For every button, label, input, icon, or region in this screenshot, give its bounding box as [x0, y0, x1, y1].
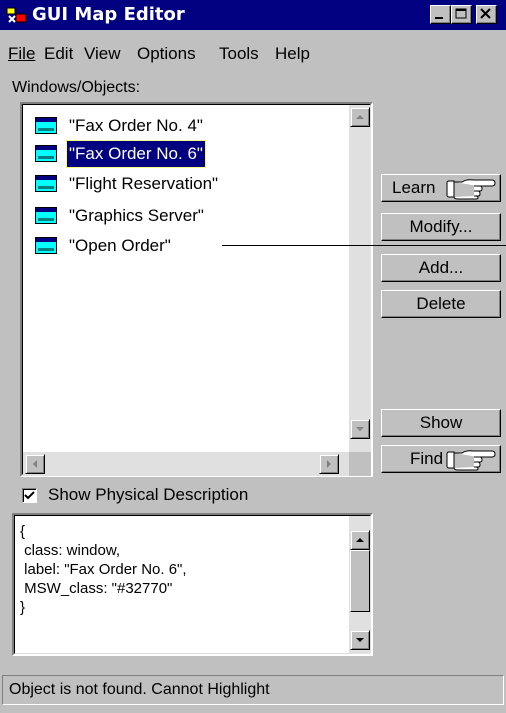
menu-view-label: View [84, 44, 121, 63]
left-arrow-icon [33, 460, 37, 468]
desc-scroll-thumb[interactable] [350, 550, 370, 612]
minimize-button[interactable] [430, 5, 451, 24]
menu-file-label: File [8, 44, 36, 63]
pointing-hand-icon [446, 450, 496, 471]
objects-list[interactable]: "Fax Order No. 4" "Fax Order No. 6" "Fli… [20, 102, 373, 477]
description-line: MSW_class: "#32770" [20, 580, 173, 597]
app-icon [6, 7, 27, 23]
up-arrow-icon [356, 538, 364, 542]
description-line: { [20, 523, 26, 540]
scroll-corner [349, 452, 371, 476]
modify-button[interactable]: Modify... [381, 213, 501, 241]
menu-view[interactable]: View [84, 42, 121, 66]
status-text: Object is not found. Cannot Highlight [9, 681, 270, 698]
down-arrow-icon [356, 638, 364, 642]
description-box-inner: { class: window, label: "Fax Order No. 6… [14, 515, 371, 654]
show-button[interactable]: Show [381, 409, 501, 437]
physical-description-checkbox[interactable] [22, 488, 37, 503]
list-item-label-selected: "Fax Order No. 6" [66, 140, 206, 168]
delete-button-label: Delete [416, 294, 466, 313]
menu-tools[interactable]: Tools [219, 42, 259, 66]
scroll-right-button[interactable] [319, 454, 339, 474]
checkmark-icon [24, 491, 35, 500]
list-item-label: "Flight Reservation" [69, 174, 219, 193]
description-line: label: "Fax Order No. 6", [20, 561, 187, 578]
scroll-up-button[interactable] [350, 107, 370, 127]
title-bar: GUI Map Editor [0, 0, 506, 30]
status-bar: Object is not found. Cannot Highlight [2, 675, 504, 705]
window-title: GUI Map Editor [32, 4, 185, 25]
close-icon [480, 8, 491, 19]
window-object-icon [35, 117, 57, 134]
menu-edit-label: Edit [44, 44, 74, 63]
menu-options-label: Options [137, 44, 196, 63]
learn-button-label: Learn [392, 178, 436, 197]
up-arrow-icon [356, 115, 364, 119]
description-line: } [20, 599, 26, 616]
description-vertical-scrollbar[interactable] [349, 516, 371, 654]
description-text: { class: window, label: "Fax Order No. 6… [20, 522, 187, 617]
list-horizontal-scrollbar[interactable] [23, 452, 349, 476]
pointing-hand-icon [446, 179, 496, 200]
find-button-label: Find [410, 449, 444, 468]
callout-line [222, 245, 506, 246]
description-box[interactable]: { class: window, label: "Fax Order No. 6… [12, 513, 373, 656]
delete-button[interactable]: Delete [381, 290, 501, 318]
maximize-button[interactable] [451, 5, 472, 24]
scroll-down-button[interactable] [350, 419, 370, 439]
learn-button[interactable]: Learn [381, 174, 501, 202]
menu-tools-label: Tools [219, 44, 259, 63]
down-arrow-icon [356, 427, 364, 431]
maximize-icon [455, 8, 467, 19]
list-item-label: "Fax Order No. 4" [69, 116, 203, 135]
close-button[interactable] [476, 5, 497, 24]
menu-help[interactable]: Help [275, 42, 310, 66]
menu-file[interactable]: File [8, 42, 35, 66]
desc-scroll-down-button[interactable] [350, 630, 370, 650]
objects-list-inner: "Fax Order No. 4" "Fax Order No. 6" "Fli… [22, 104, 371, 476]
add-button-label: Add... [418, 258, 464, 277]
desc-scroll-up-button[interactable] [350, 530, 370, 550]
window-object-icon [35, 237, 57, 254]
description-line: class: window, [20, 542, 121, 559]
window-object-icon [35, 175, 57, 192]
list-item-label: "Graphics Server" [69, 206, 204, 225]
scroll-left-button[interactable] [25, 454, 45, 474]
menu-help-label: Help [275, 44, 310, 63]
menu-options[interactable]: Options [137, 42, 196, 66]
list-vertical-scrollbar[interactable] [349, 105, 371, 452]
find-button[interactable]: Find [381, 445, 501, 473]
minimize-icon [435, 17, 443, 19]
modify-button-label: Modify... [409, 217, 473, 236]
add-button[interactable]: Add... [381, 254, 501, 282]
window-object-icon [35, 207, 57, 224]
show-button-label: Show [419, 413, 463, 432]
windows-objects-label: Windows/Objects: [12, 79, 141, 96]
physical-description-label: Show Physical Description [48, 485, 249, 504]
right-arrow-icon [327, 460, 331, 468]
list-item-label: "Open Order" [69, 236, 171, 255]
menu-edit[interactable]: Edit [44, 42, 73, 66]
window-object-icon [35, 145, 57, 162]
